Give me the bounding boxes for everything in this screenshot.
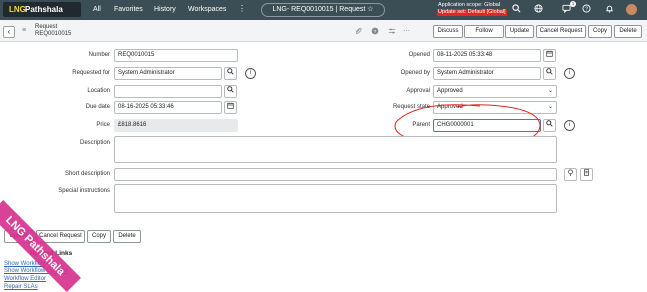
parent-info-icon[interactable]: i — [564, 120, 575, 131]
number-field[interactable]: REQ0010015 — [114, 49, 238, 62]
search-icon[interactable] — [510, 4, 522, 16]
nav-all[interactable]: All — [93, 6, 101, 13]
copy-button[interactable]: Copy — [588, 25, 612, 38]
description-textarea[interactable] — [114, 136, 557, 163]
opened-by-info-icon[interactable]: i — [564, 68, 575, 79]
chevron-down-icon: ⌄ — [547, 104, 553, 110]
globe-icon[interactable] — [532, 4, 544, 16]
notification-count-badge: 1 — [570, 1, 576, 7]
form-menu-icon[interactable]: ≡ — [22, 27, 26, 34]
opened-label: Opened — [408, 52, 430, 58]
update-set-alert[interactable]: Update set: Default [Global] — [437, 9, 507, 16]
opened-by-field[interactable]: System Administrator — [433, 67, 541, 80]
opened-by-label: Opened by — [400, 70, 430, 76]
cancel-request-button[interactable]: Cancel Request — [536, 25, 586, 38]
requested-for-info-icon[interactable]: i — [245, 68, 256, 79]
logo-lng-text: LNG — [9, 5, 26, 14]
price-field: £818.8616 — [114, 119, 238, 132]
chevron-down-icon: ⌄ — [547, 88, 553, 94]
description-label: Description — [79, 140, 110, 146]
back-button[interactable]: ‹ — [3, 26, 15, 38]
special-instructions-textarea[interactable] — [114, 184, 557, 213]
form-record-number: REQ0010015 — [35, 31, 72, 37]
approval-value: Approved — [437, 88, 463, 94]
location-lookup-search-icon[interactable] — [224, 85, 237, 98]
application-scope: Application scope: Global — [438, 2, 501, 8]
due-date-field[interactable]: 08-16-2025 05:33:46 — [114, 101, 222, 114]
form-table-name: Request — [35, 24, 58, 30]
attachment-icon[interactable] — [353, 27, 362, 36]
logo[interactable]: LNG Pathshala — [3, 2, 81, 17]
requested-for-field[interactable]: System Administrator — [114, 67, 222, 80]
approval-select[interactable]: Approved ⌄ — [433, 85, 557, 98]
price-label: Price — [96, 122, 110, 128]
related-link-workflow-editor[interactable]: Workflow Editor — [4, 276, 46, 282]
calendar-icon[interactable] — [224, 101, 237, 114]
more-menu-icon[interactable]: ⋮ — [238, 4, 246, 13]
help-icon[interactable]: ? — [580, 4, 592, 16]
update-button[interactable]: Update — [505, 25, 534, 38]
lightbulb-icon[interactable] — [564, 168, 577, 181]
settings-sliders-icon[interactable] — [387, 27, 396, 36]
requested-for-label: Requested for — [72, 70, 110, 76]
svg-text:?: ? — [585, 7, 588, 13]
follow-button[interactable]: Follow — [464, 25, 504, 38]
due-date-label: Due date — [85, 104, 110, 110]
svg-text:?: ? — [373, 29, 376, 35]
number-label: Number — [88, 52, 110, 58]
short-description-field[interactable] — [114, 168, 557, 181]
opened-calendar-icon[interactable] — [543, 49, 556, 62]
nav-history[interactable]: History — [154, 6, 176, 13]
discuss-button[interactable]: Discuss — [433, 25, 463, 38]
special-instructions-label: Special instructions — [58, 188, 110, 194]
requested-for-lookup-search-icon[interactable] — [224, 67, 237, 80]
approval-label: Approval — [406, 88, 430, 94]
nav-favorites[interactable]: Favorites — [114, 6, 143, 13]
related-link-repair-slas[interactable]: Repair SLAs — [4, 284, 38, 290]
opened-field[interactable]: 08-11-2025 05:33:48 — [433, 49, 541, 62]
logo-pathshala-text: Pathshala — [25, 5, 63, 14]
bottom-delete-button[interactable]: Delete — [113, 230, 141, 243]
short-description-label: Short description — [64, 171, 110, 177]
delete-button[interactable]: Delete — [614, 25, 642, 38]
document-list-icon[interactable] — [580, 168, 593, 181]
more-options-icon[interactable]: ⋯ — [402, 27, 411, 36]
bottom-copy-button[interactable]: Copy — [87, 230, 111, 243]
opened-by-lookup-search-icon[interactable] — [543, 67, 556, 80]
record-title-pill[interactable]: LNG- REQ0010015 | Request ☆ — [261, 3, 385, 17]
location-field[interactable] — [114, 85, 222, 98]
bell-icon[interactable] — [603, 4, 615, 16]
avatar[interactable] — [626, 4, 637, 15]
nav-workspaces[interactable]: Workspaces — [188, 6, 226, 13]
location-label: Location — [87, 88, 110, 94]
activity-help-icon[interactable]: ? — [370, 27, 379, 36]
